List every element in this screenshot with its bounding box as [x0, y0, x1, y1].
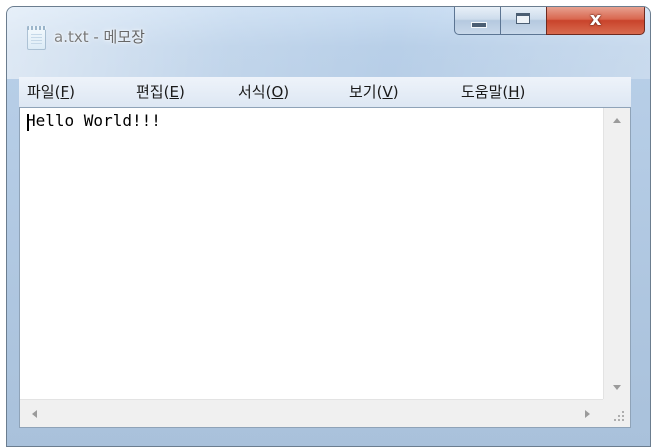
menu-help-mnemonic: H — [508, 83, 520, 101]
vertical-scrollbar[interactable] — [603, 108, 630, 400]
menu-view-mnemonic: V — [382, 83, 393, 101]
menu-bar: 파일(F) 편집(E) 서식(O) 보기(V) 도움말(H) — [19, 77, 631, 108]
menu-format-label: 서식( — [238, 83, 272, 101]
horizontal-scrollbar[interactable] — [20, 399, 604, 427]
menu-view[interactable]: 보기(V) — [349, 81, 399, 102]
menu-edit-mnemonic: E — [169, 83, 179, 101]
close-button[interactable]: x — [546, 7, 645, 35]
menu-edit-suffix: ) — [178, 83, 185, 101]
text-editor[interactable]: Hello World!!! — [19, 107, 631, 428]
menu-help-label: 도움말( — [461, 83, 509, 101]
menu-file-label: 파일( — [27, 83, 61, 101]
menu-file-suffix: ) — [69, 83, 75, 101]
menu-view-suffix: ) — [392, 83, 399, 101]
maximize-icon — [516, 13, 530, 24]
menu-format-mnemonic: O — [271, 83, 284, 101]
menu-help[interactable]: 도움말(H) — [461, 81, 525, 102]
editor-content[interactable]: Hello World!!! — [26, 111, 161, 130]
close-icon: x — [589, 9, 602, 30]
arrow-up-icon[interactable] — [613, 118, 621, 123]
window-title: a.txt - 메모장 — [54, 28, 145, 46]
arrow-right-icon[interactable] — [585, 410, 590, 418]
menu-view-label: 보기( — [349, 83, 383, 101]
minimize-button[interactable] — [454, 7, 501, 35]
menu-format[interactable]: 서식(O) — [238, 81, 289, 102]
size-grip[interactable] — [603, 399, 630, 427]
arrow-left-icon[interactable] — [32, 410, 37, 418]
text-caret — [27, 114, 29, 131]
notepad-icon[interactable] — [27, 26, 46, 50]
arrow-down-icon[interactable] — [613, 385, 621, 390]
menu-format-suffix: ) — [283, 83, 290, 101]
size-grip-icon — [613, 410, 625, 422]
minimize-icon — [471, 22, 487, 28]
menu-edit[interactable]: 편집(E) — [136, 81, 185, 102]
menu-file-mnemonic: F — [60, 83, 70, 101]
menu-help-suffix: ) — [519, 83, 526, 101]
maximize-button[interactable] — [500, 7, 547, 35]
menu-file[interactable]: 파일(F) — [27, 81, 75, 102]
menu-edit-label: 편집( — [136, 83, 170, 101]
